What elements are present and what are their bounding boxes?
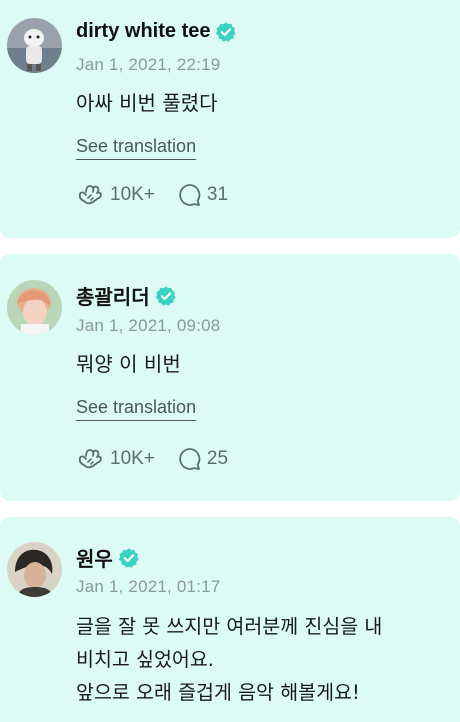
- author-row: 원우: [76, 543, 140, 572]
- like-count: 10K+: [110, 184, 155, 205]
- post-card[interactable]: dirty white tee Jan 1, 2021, 22:19 아싸 비번…: [0, 0, 460, 238]
- author-avatar[interactable]: [7, 280, 62, 335]
- avatar-photo-figurine-icon: [7, 18, 62, 73]
- comment-button[interactable]: 31: [177, 182, 228, 208]
- post-timestamp: Jan 1, 2021, 22:19: [76, 55, 221, 74]
- post-text: 글을 잘 못 쓰지만 여러분께 진심을 내 비치고 싶었어요. 앞으로 오래 즐…: [76, 615, 383, 704]
- verified-badge-icon: [118, 547, 139, 568]
- paw-hands-like-icon: [78, 449, 102, 469]
- post-feed: dirty white tee Jan 1, 2021, 22:19 아싸 비번…: [0, 0, 460, 722]
- author-avatar[interactable]: [7, 18, 62, 73]
- author-avatar[interactable]: [7, 542, 62, 597]
- verified-badge-icon: [216, 21, 237, 42]
- see-translation-link[interactable]: See translation: [76, 136, 197, 160]
- like-button[interactable]: 10K+: [76, 181, 155, 209]
- avatar-photo-person-icon: [7, 542, 62, 597]
- post-text: 뭐양 이 비번: [76, 352, 181, 376]
- post-card[interactable]: 총괄리더 Jan 1, 2021, 09:08 뭐양 이 비번 See tran…: [0, 254, 460, 501]
- comment-button[interactable]: 25: [177, 446, 228, 472]
- like-button[interactable]: 10K+: [76, 445, 155, 473]
- post-stats: 10K+ 25: [76, 445, 250, 473]
- like-count: 10K+: [110, 448, 155, 469]
- author-name[interactable]: 원우: [76, 543, 113, 572]
- see-translation-link[interactable]: See translation: [76, 397, 197, 421]
- avatar-photo-person-icon: [7, 280, 62, 335]
- post-timestamp: Jan 1, 2021, 01:17: [76, 577, 221, 596]
- author-row: 총괄리더: [76, 281, 177, 310]
- comment-bubble-icon: [179, 184, 201, 206]
- verified-badge-icon: [155, 285, 176, 306]
- author-row: dirty white tee: [76, 20, 237, 43]
- author-name[interactable]: 총괄리더: [76, 281, 150, 310]
- comment-count: 31: [206, 184, 229, 205]
- comment-bubble-icon: [179, 448, 201, 470]
- post-text: 아싸 비번 풀렸다: [76, 91, 218, 115]
- post-card[interactable]: 원우 Jan 1, 2021, 01:17 글을 잘 못 쓰지만 여러분께 진심…: [0, 517, 460, 722]
- comment-count: 25: [206, 448, 229, 469]
- post-timestamp: Jan 1, 2021, 09:08: [76, 316, 221, 335]
- post-stats: 10K+ 31: [76, 181, 250, 209]
- paw-hands-like-icon: [78, 185, 102, 205]
- author-name[interactable]: dirty white tee: [76, 20, 210, 43]
